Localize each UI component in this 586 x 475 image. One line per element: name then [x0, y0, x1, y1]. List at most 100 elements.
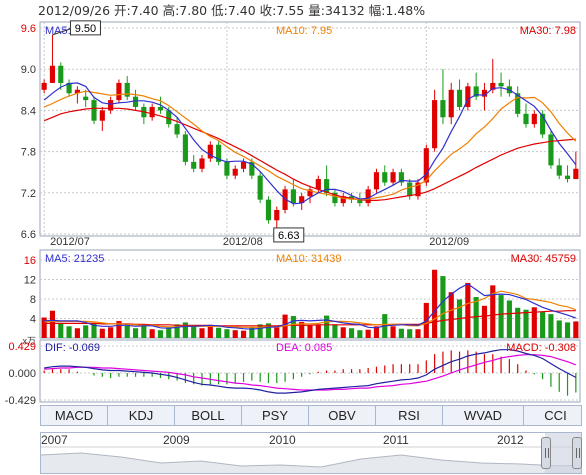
volume-bar: [481, 305, 488, 338]
price-candle: [240, 161, 247, 169]
indicator-tabs: MACD KDJ BOLL PSY OBV RSI WVAD CCI: [40, 405, 582, 426]
volume-bar: [191, 326, 197, 338]
volume-bar: [141, 325, 147, 338]
macd-y-tick: 0.429: [8, 341, 36, 353]
volume-bar: [440, 276, 446, 338]
volume-y-tick: 8: [30, 294, 36, 306]
high-callout-label: 9.50: [75, 23, 96, 35]
price-candle: [432, 100, 438, 149]
tab-cci[interactable]: CCI: [524, 406, 586, 425]
price-candle: [382, 172, 388, 183]
macd-y-tick: -0.429: [5, 395, 36, 405]
nav-year-2012: 2012: [497, 433, 524, 447]
volume-bar: [506, 300, 512, 338]
macd-dif-label: DIF: -0.069: [45, 342, 100, 354]
volume-bar: [207, 325, 213, 338]
tab-psy[interactable]: PSY: [242, 406, 309, 425]
tab-rsi[interactable]: RSI: [376, 406, 443, 425]
price-candle: [365, 189, 371, 204]
navigator-right-handle[interactable]: [572, 437, 582, 469]
volume-bar: [390, 326, 396, 338]
macd-value-label: MACD: -0.308: [506, 342, 576, 354]
price-candle: [132, 96, 139, 107]
volume-bar: [290, 316, 296, 338]
tab-wvad[interactable]: WVAD: [443, 406, 524, 425]
volume-bar: [49, 310, 56, 338]
chart-svg[interactable]: 9.69.08.47.87.26.6MA5: 7.53MA10: 7.95MA3…: [0, 0, 586, 405]
volume-bar: [307, 325, 313, 338]
price-candle: [315, 179, 321, 190]
volume-ma30-label: MA30: 45759: [511, 253, 576, 265]
stock-chart-widget: 2012/09/26 开:7.40 高:7.80 低:7.40 收:7.55 量…: [0, 0, 586, 475]
volume-bar: [548, 314, 554, 338]
price-candle: [548, 134, 554, 166]
volume-bar: [498, 295, 504, 338]
price-y-tick: 6.6: [21, 229, 36, 241]
tab-macd[interactable]: MACD: [41, 406, 108, 425]
volume-bar: [157, 330, 164, 338]
price-candle: [99, 110, 105, 121]
volume-bar: [523, 309, 529, 338]
volume-bar: [83, 325, 89, 338]
macd-y-tick: 0.000: [8, 368, 36, 380]
volume-y-tick: 4: [30, 314, 36, 326]
price-x-label-aug: 2012/08: [223, 236, 263, 248]
price-candle: [290, 189, 296, 204]
price-candle: [573, 168, 579, 180]
navigator-left-handle[interactable]: [541, 437, 551, 469]
price-y-tick: 9.0: [21, 64, 36, 76]
price-candle: [498, 82, 504, 87]
price-candle: [83, 96, 89, 101]
volume-bar: [216, 327, 222, 338]
macd-dea-label: DEA: 0.085: [276, 342, 332, 354]
volume-bar: [357, 330, 363, 338]
price-candle: [390, 172, 396, 183]
volume-bar: [315, 324, 321, 338]
volume-bar: [124, 325, 130, 338]
volume-bar: [58, 322, 64, 338]
volume-bar: [398, 328, 404, 338]
price-candle: [116, 82, 122, 101]
volume-bar: [74, 328, 80, 338]
nav-year-2010: 2010: [269, 433, 296, 447]
price-y-tick: 9.6: [21, 23, 36, 35]
volume-bar: [324, 315, 330, 338]
price-ma10-label: MA10: 7.95: [276, 25, 332, 37]
volume-bar: [274, 327, 280, 338]
price-candle: [407, 182, 413, 197]
volume-bar: [224, 329, 230, 338]
volume-bar: [407, 329, 413, 338]
volume-ma5-label: MA5: 21235: [45, 253, 104, 265]
volume-bar: [149, 329, 155, 338]
volume-bar: [108, 327, 114, 338]
volume-bar: [365, 329, 371, 338]
price-candle: [373, 172, 380, 190]
price-panel-frame: [39, 21, 581, 237]
volume-bar: [415, 329, 421, 338]
volume-bar: [132, 328, 139, 338]
volume-bar: [232, 330, 238, 338]
volume-bar: [540, 311, 546, 338]
volume-bar: [199, 328, 205, 338]
price-candle: [257, 175, 263, 200]
price-candle: [58, 65, 64, 83]
tab-obv[interactable]: OBV: [309, 406, 376, 425]
volume-bar: [515, 307, 521, 338]
price-candle: [423, 148, 429, 183]
price-candle: [224, 161, 230, 176]
price-candle: [199, 158, 205, 169]
nav-year-2007: 2007: [41, 433, 68, 447]
price-x-label-jul: 2012/07: [50, 236, 90, 248]
tab-kdj[interactable]: KDJ: [108, 406, 175, 425]
volume-bar: [332, 324, 338, 338]
tab-boll[interactable]: BOLL: [175, 406, 242, 425]
price-candle: [191, 161, 197, 169]
price-candle: [531, 113, 537, 125]
price-candle: [440, 100, 446, 118]
volume-bar: [465, 282, 471, 338]
volume-bar: [99, 328, 105, 338]
price-candle: [182, 134, 188, 162]
price-y-tick: 7.2: [21, 188, 36, 200]
price-candle: [91, 100, 97, 121]
time-navigator[interactable]: 2007 2009 2010 2011 2012: [40, 432, 582, 474]
